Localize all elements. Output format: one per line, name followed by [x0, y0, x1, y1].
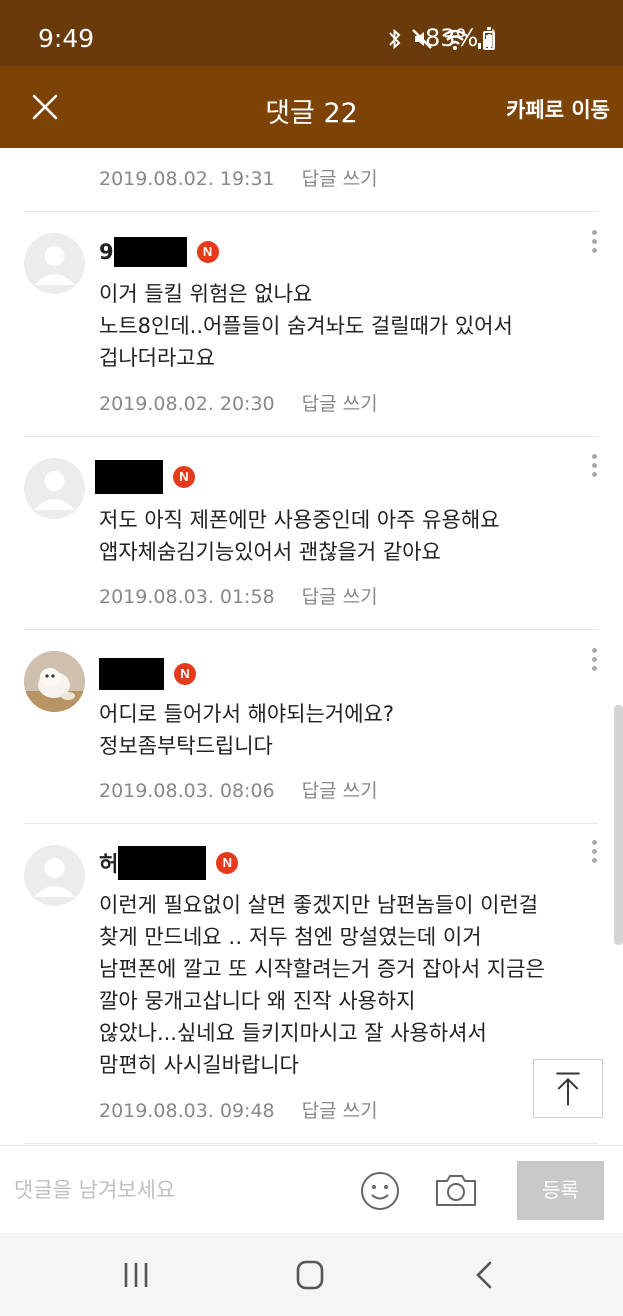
- avatar[interactable]: [24, 651, 85, 712]
- default-avatar-icon: [34, 471, 75, 510]
- comment-list[interactable]: 2019.08.02. 19:31 답글 쓰기 9 N 이거 들킬 위험은 없나요…: [0, 148, 623, 1145]
- comment-line: 앱자체숨김기능있어서 괜찮을거 같아요: [99, 540, 441, 564]
- comment-line: 이거 들킬 위험은 없나요: [99, 282, 313, 306]
- default-avatar-icon: [34, 246, 75, 285]
- comment-line: 깔아 뭉개고삽니다 왜 진작 사용하지: [99, 989, 416, 1013]
- reply-button[interactable]: 답글 쓰기: [302, 393, 378, 415]
- comment-author[interactable]: 9 N: [99, 237, 219, 267]
- redacted-name: [118, 846, 207, 880]
- default-avatar-icon: [34, 858, 75, 897]
- new-badge: N: [174, 663, 196, 685]
- comment-author[interactable]: 허 N: [99, 846, 239, 880]
- emoji-icon[interactable]: [359, 1170, 401, 1212]
- scrollbar[interactable]: [614, 705, 623, 945]
- reply-button[interactable]: 답글 쓰기: [302, 1100, 378, 1122]
- divider: [24, 1143, 598, 1144]
- redacted-name: [95, 460, 163, 494]
- system-nav-bar: [0, 1233, 623, 1316]
- nav-home-icon[interactable]: [290, 1259, 330, 1291]
- comment-date: 2019.08.02. 19:31: [99, 168, 275, 190]
- comment-line: 이런게 필요없이 살면 좋겠지만 남편놈들이 이런걸: [99, 893, 539, 917]
- comment-line: 맘편히 사시길바랍니다: [99, 1053, 299, 1077]
- comment-date: 2019.08.03. 09:48: [99, 1100, 275, 1122]
- comment-input-bar: 등록: [0, 1145, 623, 1233]
- battery-percent: 83%: [425, 24, 479, 52]
- comment-author[interactable]: N: [99, 658, 196, 690]
- comment-line: 어디로 들어가서 해야되는거에요?: [99, 702, 394, 726]
- more-icon[interactable]: [587, 230, 601, 260]
- more-icon[interactable]: [587, 648, 601, 678]
- comment-line: 겁나더라고요: [99, 346, 215, 370]
- comment-line: 찾게 만드네요 ‥ 저두 첨엔 망설였는데 이거: [99, 925, 482, 949]
- status-bar: 9:49 83%: [0, 0, 623, 66]
- comment-text: 저도 아직 제폰에만 사용중인데 아주 유용해요 앱자체숨김기능있어서 괜찮을거…: [99, 504, 499, 568]
- nav-recents-icon[interactable]: [116, 1259, 156, 1291]
- divider: [24, 823, 598, 824]
- comment-line: 노트8인데..어플들이 숨겨놔도 걸릴때가 있어서: [99, 314, 513, 338]
- new-badge: N: [196, 241, 219, 263]
- bluetooth-icon: [389, 28, 401, 50]
- avatar[interactable]: [24, 845, 85, 906]
- new-badge: N: [216, 852, 239, 874]
- submit-button[interactable]: 등록: [517, 1161, 604, 1220]
- reply-button[interactable]: 답글 쓰기: [302, 168, 378, 190]
- redacted-name: [99, 658, 164, 690]
- avatar[interactable]: [24, 233, 85, 294]
- new-badge: N: [173, 466, 195, 488]
- comment-line: 않았나...싶네요 들키지마시고 잘 사용하셔서: [99, 1021, 487, 1045]
- more-icon[interactable]: [587, 454, 601, 484]
- reply-button[interactable]: 답글 쓰기: [302, 780, 378, 802]
- comment-input[interactable]: [14, 1168, 334, 1212]
- battery-icon: [483, 27, 495, 50]
- divider: [24, 211, 598, 212]
- comment-date: 2019.08.03. 01:58: [99, 586, 275, 608]
- author-name: 9: [99, 240, 114, 264]
- comment-date: 2019.08.03. 08:06: [99, 780, 275, 802]
- comment-text: 이런게 필요없이 살면 좋겠지만 남편놈들이 이런걸 찾게 만드네요 ‥ 저두 …: [99, 889, 545, 1081]
- scroll-top-icon[interactable]: [533, 1059, 603, 1118]
- camera-icon[interactable]: [434, 1170, 478, 1210]
- comment-date: 2019.08.02. 20:30: [99, 393, 275, 415]
- comment-text: 어디로 들어가서 해야되는거에요? 정보좀부탁드립니다: [99, 698, 394, 762]
- author-name: 허: [99, 852, 119, 876]
- comment-line: 남편폰에 깔고 또 시작할려는거 증거 잡아서 지금은: [99, 957, 545, 981]
- divider: [24, 436, 598, 437]
- comment-author[interactable]: N: [95, 460, 195, 494]
- comment-meta: 2019.08.03. 09:48 답글 쓰기: [99, 1096, 378, 1123]
- comment-meta: 2019.08.03. 08:06 답글 쓰기: [99, 776, 378, 803]
- redacted-name: [113, 237, 187, 267]
- go-to-cafe-button[interactable]: 카페로 이동: [506, 94, 610, 124]
- nav-back-icon[interactable]: [465, 1259, 505, 1291]
- comment-line: 정보좀부탁드립니다: [99, 734, 273, 758]
- status-time: 9:49: [38, 24, 95, 53]
- comment-text: 이거 들킬 위험은 없나요 노트8인데..어플들이 숨겨놔도 걸릴때가 있어서 …: [99, 278, 513, 374]
- more-icon[interactable]: [587, 840, 601, 870]
- comment-line: 저도 아직 제폰에만 사용중인데 아주 유용해요: [99, 508, 500, 532]
- avatar[interactable]: [24, 458, 85, 519]
- header-bar: 댓글 22 카페로 이동: [0, 66, 623, 148]
- comment-meta: 2019.08.02. 19:31 답글 쓰기: [99, 164, 378, 191]
- reply-button[interactable]: 답글 쓰기: [302, 586, 378, 608]
- comment-meta: 2019.08.02. 20:30 답글 쓰기: [99, 389, 378, 416]
- comment-meta: 2019.08.03. 01:58 답글 쓰기: [99, 582, 378, 609]
- divider: [24, 629, 598, 630]
- pet-photo-avatar: [24, 651, 85, 712]
